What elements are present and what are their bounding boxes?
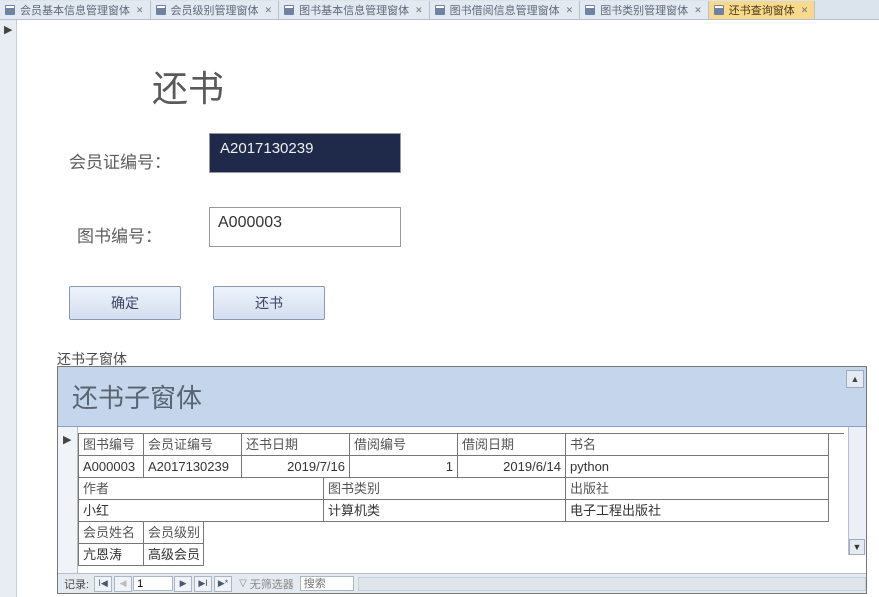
cell-author[interactable]: 小红 [79,500,324,522]
scroll-up-button[interactable]: ▲ [846,370,864,388]
grid-header-row: 图书编号 会员证编号 还书日期 借阅编号 借阅日期 书名 [79,434,844,456]
close-icon[interactable]: ✕ [566,5,574,16]
book-no-input[interactable]: A000003 [209,207,401,247]
cell-member-name[interactable]: 亢恩涛 [79,544,144,566]
ok-button[interactable]: 确定 [69,286,181,320]
return-subform: 还书子窗体 ▲ ▶ ▼ 图书编号 会员证编号 还书日期 借阅编号 [57,366,867,594]
horizontal-scrollbar[interactable] [358,577,866,591]
tab-label: 会员级别管理窗体 [171,2,259,18]
cell-return-date[interactable]: 2019/7/16 [242,456,350,478]
last-record-button[interactable]: ▶I [194,576,212,592]
grid-data-row[interactable]: 小红 计算机类 电子工程出版社 [79,500,844,522]
tab-return-query[interactable]: 还书查询窗体 ✕ [709,1,816,19]
record-selector-gutter[interactable]: ▶ [0,20,17,597]
col-author: 作者 [79,478,324,500]
cell-press[interactable]: 电子工程出版社 [566,500,829,522]
new-record-button[interactable]: ▶* [214,576,232,592]
cell-book-name[interactable]: python [566,456,829,478]
grid-header-row: 会员姓名 会员级别 [79,522,844,544]
form-icon [155,4,167,16]
scroll-down-button[interactable]: ▼ [849,539,865,555]
return-button[interactable]: 还书 [213,286,325,320]
col-borrow-date: 借阅日期 [458,434,566,456]
col-member-name: 会员姓名 [79,522,144,544]
prev-record-button[interactable]: ◀ [114,576,132,592]
form-canvas: 还书 会员证编号： A2017130239 图书编号： A000003 确定 还… [17,20,879,597]
col-book-name: 书名 [566,434,829,456]
tab-book-category[interactable]: 图书类别管理窗体 ✕ [580,1,709,19]
search-input[interactable] [300,576,354,591]
subform-record-selector[interactable]: ▶ [58,427,78,573]
tab-label: 会员基本信息管理窗体 [20,2,130,18]
next-record-button[interactable]: ▶ [174,576,192,592]
record-navigator: 记录: I◀ ◀ ▶ ▶I ▶* ▽ 无筛选器 [58,573,866,593]
grid-header-row: 作者 图书类别 出版社 [79,478,844,500]
close-icon[interactable]: ✕ [801,5,809,16]
col-book-no: 图书编号 [79,434,144,456]
book-no-label: 图书编号： [77,222,162,247]
tab-member-level[interactable]: 会员级别管理窗体 ✕ [151,1,280,19]
subform-title: 还书子窗体 [72,378,202,415]
col-member-no: 会员证编号 [144,434,242,456]
tab-strip: 会员基本信息管理窗体 ✕ 会员级别管理窗体 ✕ 图书基本信息管理窗体 ✕ 图书借… [0,0,879,20]
book-no-value: A000003 [218,214,282,231]
tab-borrow-info[interactable]: 图书借阅信息管理窗体 ✕ [430,1,581,19]
close-icon[interactable]: ✕ [694,5,702,16]
tab-book-info[interactable]: 图书基本信息管理窗体 ✕ [279,1,430,19]
subform-grid: 图书编号 会员证编号 还书日期 借阅编号 借阅日期 书名 A000003 A20… [78,433,844,566]
form-icon [283,4,295,16]
form-icon [584,4,596,16]
first-record-button[interactable]: I◀ [94,576,112,592]
cell-member-no[interactable]: A2017130239 [144,456,242,478]
tab-label: 图书借阅信息管理窗体 [450,2,560,18]
vertical-scrollbar[interactable]: ▼ [848,427,866,555]
current-record-marker-icon: ▶ [4,23,16,36]
cell-borrow-no[interactable]: 1 [350,456,458,478]
member-no-label: 会员证编号： [69,148,171,173]
recnav-label: 记录: [64,576,89,592]
filter-icon: ▽ [239,578,247,589]
close-icon[interactable]: ✕ [265,5,273,16]
close-icon[interactable]: ✕ [136,5,144,16]
page-title: 还书 [152,60,224,112]
subform-header: 还书子窗体 ▲ [58,367,866,427]
grid-data-row[interactable]: A000003 A2017130239 2019/7/16 1 2019/6/1… [79,456,844,478]
form-icon [713,4,725,16]
col-return-date: 还书日期 [242,434,350,456]
grid-data-row[interactable]: 亢恩涛 高级会员 [79,544,844,566]
close-icon[interactable]: ✕ [415,5,423,16]
tab-member-info[interactable]: 会员基本信息管理窗体 ✕ [0,1,151,19]
cell-category[interactable]: 计算机类 [324,500,566,522]
form-icon [4,4,16,16]
col-borrow-no: 借阅编号 [350,434,458,456]
member-no-value: A2017130239 [218,139,315,158]
current-record-marker-icon: ▶ [63,433,77,446]
search-box [300,576,354,591]
tab-label: 图书类别管理窗体 [600,2,688,18]
col-category: 图书类别 [324,478,566,500]
cell-member-level[interactable]: 高级会员 [144,544,204,566]
tab-label: 图书基本信息管理窗体 [299,2,409,18]
col-member-level: 会员级别 [144,522,204,544]
member-no-input[interactable]: A2017130239 [209,133,401,173]
col-press: 出版社 [566,478,829,500]
filter-indicator[interactable]: ▽ 无筛选器 [239,576,294,592]
tab-label: 还书查询窗体 [729,2,795,18]
cell-book-no[interactable]: A000003 [79,456,144,478]
cell-borrow-date[interactable]: 2019/6/14 [458,456,566,478]
current-record-input[interactable] [133,576,173,591]
form-icon [434,4,446,16]
